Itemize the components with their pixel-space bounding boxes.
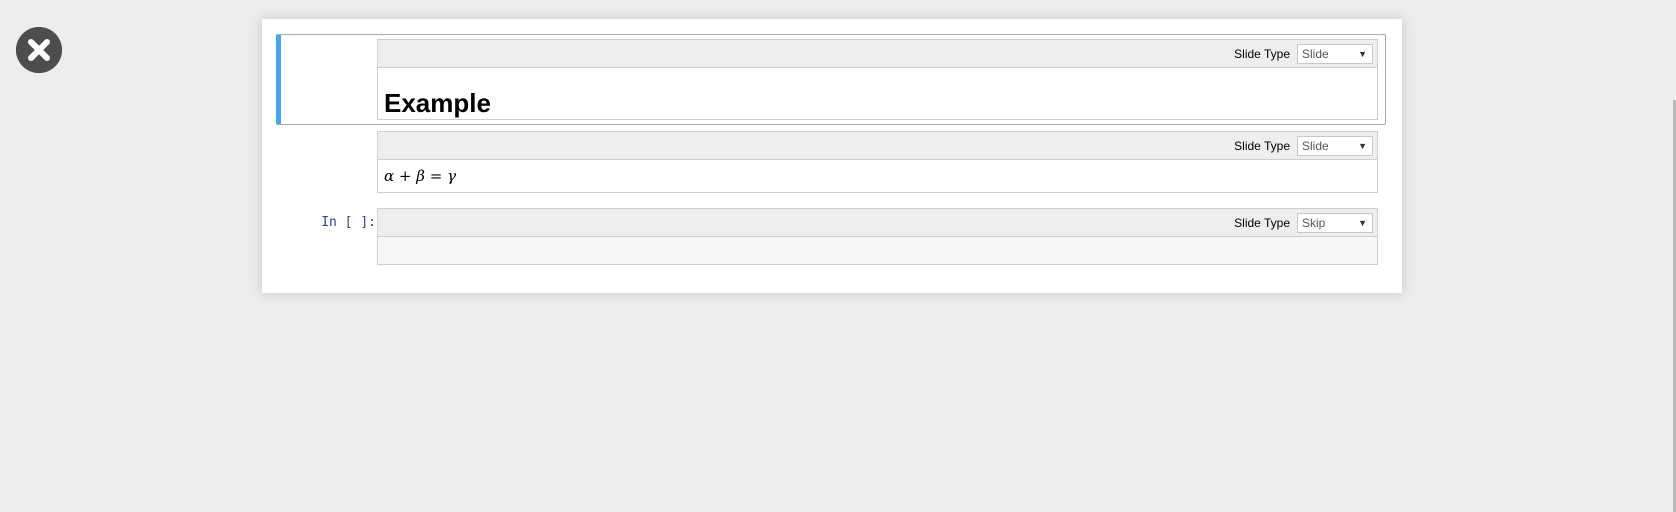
- slide-type-label: Slide Type: [1234, 216, 1290, 230]
- slide-type-label: Slide Type: [1234, 139, 1290, 153]
- math-equation: α + β = γ: [378, 160, 1377, 186]
- math-beta: β: [416, 167, 425, 185]
- markdown-cell-heading[interactable]: Slide Type Slide ▼ Example: [276, 34, 1386, 125]
- cell-toolbar: Slide Type Slide ▼: [378, 132, 1377, 160]
- code-editor[interactable]: [378, 237, 1377, 264]
- notebook-container: Slide Type Slide ▼ Example Slide Type Sl…: [262, 19, 1402, 293]
- dropdown-arrow-icon: ▼: [1358, 218, 1367, 228]
- markdown-rendered: Example: [378, 68, 1377, 118]
- dropdown-arrow-icon: ▼: [1358, 49, 1367, 59]
- close-icon: [16, 27, 62, 73]
- slide-type-select[interactable]: Skip ▼: [1297, 213, 1373, 233]
- cell-toolbar: Slide Type Skip ▼: [378, 209, 1377, 237]
- dropdown-arrow-icon: ▼: [1358, 141, 1367, 151]
- code-cell[interactable]: In [ ]: Slide Type Skip ▼: [276, 208, 1386, 265]
- math-equals: =: [429, 167, 443, 185]
- math-alpha: α: [384, 167, 395, 185]
- close-button[interactable]: [16, 27, 62, 73]
- cell-inner: Slide Type Skip ▼: [377, 208, 1378, 265]
- slide-type-select[interactable]: Slide ▼: [1297, 136, 1373, 156]
- cell-inner: Slide Type Slide ▼ Example: [377, 39, 1378, 120]
- cell-heading: Example: [384, 88, 491, 118]
- math-plus: +: [398, 167, 412, 185]
- slide-type-value: Slide: [1302, 47, 1329, 61]
- input-prompt: In [ ]:: [321, 215, 376, 230]
- math-gamma: γ: [447, 167, 457, 185]
- cell-inner: Slide Type Slide ▼ α + β = γ: [377, 131, 1378, 193]
- cell-toolbar: Slide Type Slide ▼: [378, 40, 1377, 68]
- slide-type-select[interactable]: Slide ▼: [1297, 44, 1373, 64]
- markdown-cell-math[interactable]: Slide Type Slide ▼ α + β = γ: [276, 131, 1386, 193]
- slide-type-value: Skip: [1302, 216, 1326, 230]
- slide-type-value: Slide: [1302, 139, 1329, 153]
- slide-type-label: Slide Type: [1234, 47, 1290, 61]
